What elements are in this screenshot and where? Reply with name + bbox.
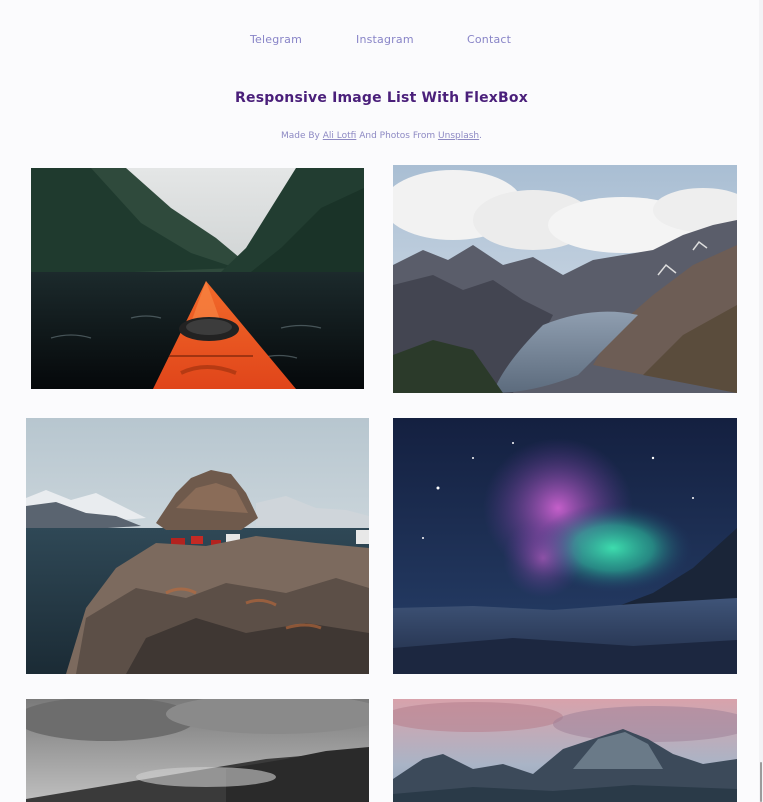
top-nav: Telegram Instagram Contact: [0, 33, 763, 49]
nav-link-telegram[interactable]: Telegram: [250, 33, 302, 46]
subtitle-middle: And Photos From: [356, 131, 439, 141]
aurora-image: [393, 418, 737, 674]
page-title: Responsive Image List With FlexBox: [235, 90, 528, 106]
gallery-image-rocky-island[interactable]: [26, 418, 369, 674]
subtitle: Made By Ali Lotfi And Photos From Unspla…: [0, 131, 763, 141]
scrollbar-thumb[interactable]: [760, 762, 762, 802]
scrollbar[interactable]: [759, 0, 763, 802]
unsplash-link[interactable]: Unsplash: [438, 131, 479, 141]
mountain-lake-image: [393, 165, 737, 393]
author-link[interactable]: Ali Lotfi: [323, 131, 357, 141]
subtitle-prefix: Made By: [280, 131, 323, 141]
page: Telegram Instagram Contact Responsive Im…: [0, 0, 763, 802]
subtitle-suffix: .: [479, 131, 483, 141]
gallery-image-kayak[interactable]: [31, 168, 364, 389]
nav-link-contact[interactable]: Contact: [467, 33, 511, 46]
gallery-image-sunset-mountains[interactable]: [393, 699, 737, 802]
gallery-image-mountain-lake[interactable]: [393, 165, 737, 393]
gallery-image-foggy-hills[interactable]: [26, 699, 369, 802]
rocky-island-image: [26, 418, 369, 674]
foggy-hills-image: [26, 699, 369, 802]
sunset-mountains-image: [393, 699, 737, 802]
nav-link-instagram[interactable]: Instagram: [356, 33, 414, 46]
gallery-image-aurora[interactable]: [393, 418, 737, 674]
kayak-fjord-image: [31, 168, 364, 389]
